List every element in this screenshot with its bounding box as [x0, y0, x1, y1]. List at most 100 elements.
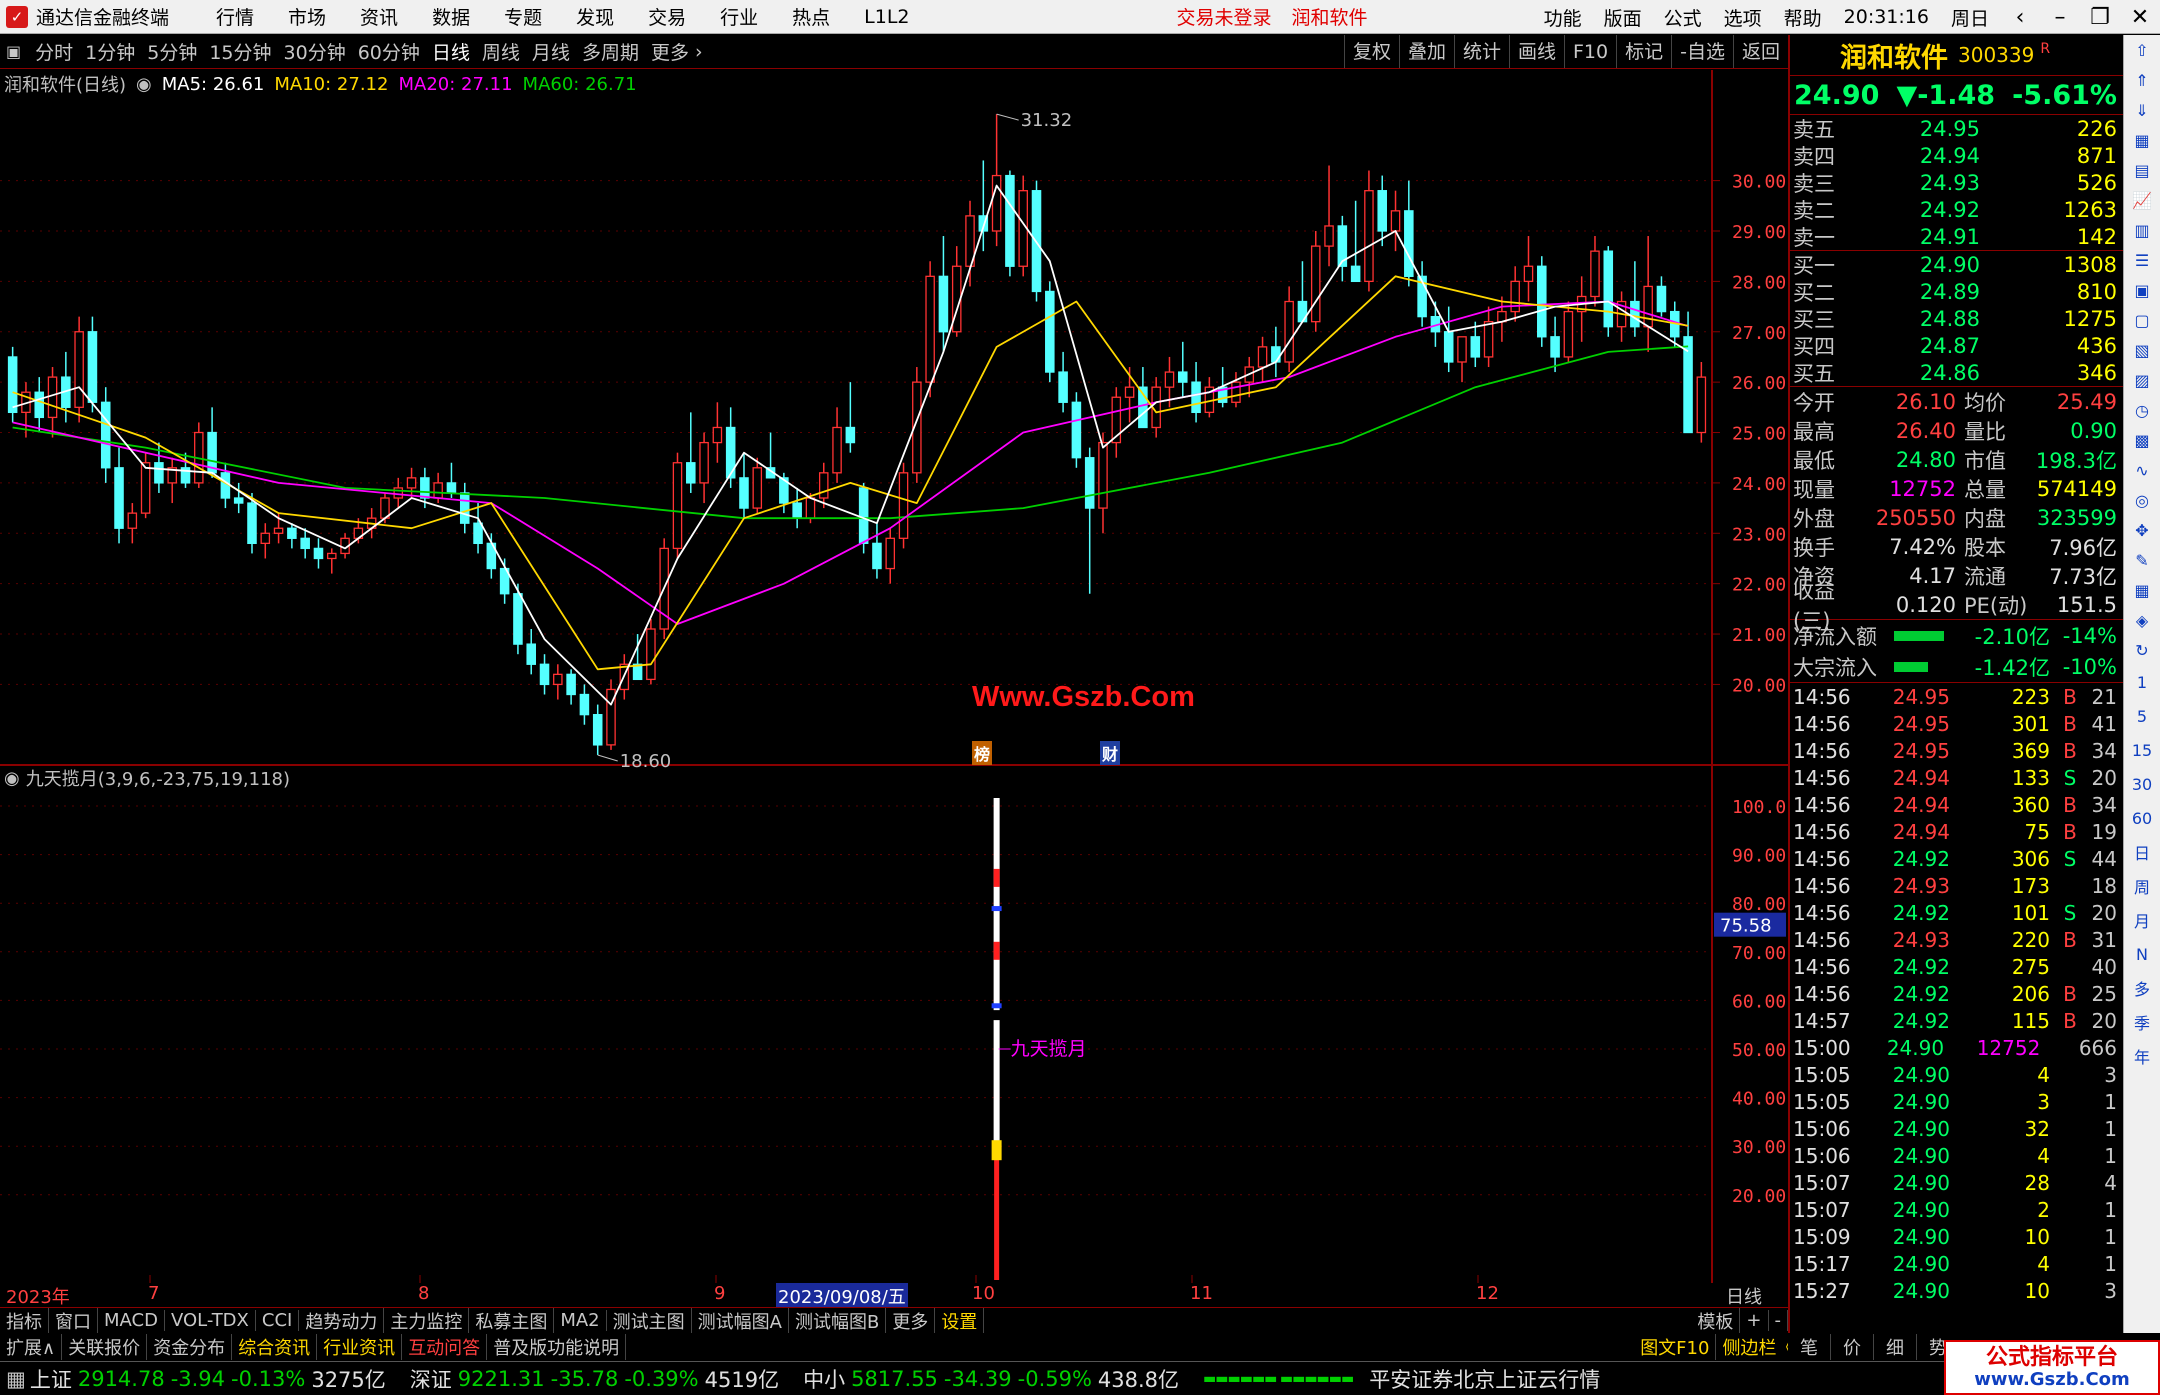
trade-row[interactable]: 14:56 24.95 223 B 21	[1790, 683, 2123, 710]
tab-trend[interactable]: 趋势动力	[299, 1308, 385, 1333]
table-icon[interactable]: ▤	[2124, 155, 2160, 185]
template-button[interactable]: 模板	[1691, 1308, 1741, 1333]
menu-options[interactable]: 选项	[1724, 4, 1762, 31]
trade-row[interactable]: 14:56 24.93 173 18	[1790, 872, 2123, 899]
bid-row[interactable]: 买四 24.87 436	[1790, 332, 2123, 359]
period-tab[interactable]: 30分钟	[284, 38, 346, 65]
menu-layout[interactable]: 版面	[1604, 4, 1642, 31]
tab-vol[interactable]: VOL-TDX	[165, 1310, 256, 1331]
tab-private-main[interactable]: 私募主图	[469, 1308, 555, 1333]
tab-window[interactable]: 窗口	[49, 1308, 98, 1333]
side-tab-ticks[interactable]: 笔	[1788, 1333, 1831, 1360]
period-tab[interactable]: 15分钟	[209, 38, 271, 65]
menu-hot[interactable]: 热点	[792, 3, 830, 30]
restore-icon[interactable]: ❐	[2080, 5, 2120, 30]
ext-news[interactable]: 综合资讯	[232, 1333, 318, 1360]
menu-formula[interactable]: 公式	[1664, 4, 1702, 31]
period-tab[interactable]: 1分钟	[85, 38, 135, 65]
menu-l1l2[interactable]: L1L2	[864, 6, 909, 28]
menu-function[interactable]: 功能	[1544, 4, 1582, 31]
rail-period[interactable]: 年	[2124, 1039, 2160, 1073]
menu-news[interactable]: 资讯	[360, 3, 398, 30]
line-chart-icon[interactable]: 📈	[2124, 185, 2160, 215]
ask-row[interactable]: 卖三 24.93 526	[1790, 169, 2123, 196]
up-arrow-icon[interactable]: ⇧	[2124, 35, 2160, 65]
doc-icon[interactable]: ▢	[2124, 305, 2160, 335]
ext-fund-distribution[interactable]: 资金分布	[147, 1333, 233, 1360]
trade-row[interactable]: 15:06 24.90 4 1	[1790, 1142, 2123, 1169]
trade-row[interactable]: 14:56 24.92 275 40	[1790, 953, 2123, 980]
ask-row[interactable]: 卖五 24.95 226	[1790, 115, 2123, 142]
rail-period[interactable]: 1	[2124, 665, 2160, 699]
period-tab[interactable]: 月线	[532, 38, 570, 65]
trade-row[interactable]: 15:05 24.90 4 3	[1790, 1061, 2123, 1088]
menu-quotes[interactable]: 行情	[216, 3, 254, 30]
menu-industry[interactable]: 行业	[720, 3, 758, 30]
period-tab[interactable]: 60分钟	[358, 38, 420, 65]
bid-row[interactable]: 买一 24.90 1308	[1790, 251, 2123, 278]
bid-row[interactable]: 买二 24.89 810	[1790, 278, 2123, 305]
period-tab[interactable]: 周线	[482, 38, 520, 65]
rail-period[interactable]: 多	[2124, 971, 2160, 1005]
fin-icon[interactable]: ▣	[2124, 275, 2160, 305]
ask-row[interactable]: 卖二 24.92 1263	[1790, 196, 2123, 223]
tab-test-main[interactable]: 测试主图	[607, 1308, 692, 1333]
ask-row[interactable]: 卖四 24.94 871	[1790, 142, 2123, 169]
menu-data[interactable]: 数据	[432, 3, 470, 30]
tool-back[interactable]: 返回	[1732, 35, 1788, 68]
menu-trade[interactable]: 交易	[648, 3, 686, 30]
tab-cci[interactable]: CCI	[256, 1310, 300, 1331]
index-sh-name[interactable]: 上证	[30, 1364, 72, 1394]
tool-stats[interactable]: 统计	[1453, 35, 1509, 68]
ask-row[interactable]: 卖一 24.91 142	[1790, 223, 2123, 250]
rail-period[interactable]: 日	[2124, 835, 2160, 869]
trade-row[interactable]: 14:56 24.94 75 B 19	[1790, 818, 2123, 845]
ext-industry-news[interactable]: 行业资讯	[317, 1333, 403, 1360]
tool-overlay[interactable]: 叠加	[1398, 35, 1454, 68]
kline-icon[interactable]: ▥	[2124, 215, 2160, 245]
rail-period[interactable]: 周	[2124, 869, 2160, 903]
period-tab[interactable]: 分时	[35, 38, 73, 65]
pen-icon[interactable]: ✎	[2124, 545, 2160, 575]
grid-icon[interactable]: ▦	[2124, 125, 2160, 155]
index-sz-name[interactable]: 深证	[410, 1364, 452, 1394]
tab-more[interactable]: 更多	[886, 1308, 936, 1333]
side-tab-detail[interactable]: 细	[1874, 1333, 1917, 1360]
fs-icon[interactable]: ▨	[2124, 365, 2160, 395]
menu-topics[interactable]: 专题	[504, 3, 542, 30]
trade-row[interactable]: 15:06 24.90 32 1	[1790, 1115, 2123, 1142]
tab-macd[interactable]: MACD	[98, 1310, 165, 1331]
fs-chart-icon[interactable]: ▦	[2124, 575, 2160, 605]
tab-test-sub-b[interactable]: 测试幅图B	[789, 1308, 887, 1333]
ext-help[interactable]: 普及版功能说明	[487, 1333, 627, 1360]
ext-related-quote[interactable]: 关联报价	[62, 1333, 148, 1360]
rail-period[interactable]: 季	[2124, 1005, 2160, 1039]
chevron-right-icon[interactable]: ›	[695, 41, 703, 63]
trade-row[interactable]: 15:05 24.90 3 1	[1790, 1088, 2123, 1115]
refresh-icon[interactable]: ↻	[2124, 635, 2160, 665]
side-tab-price[interactable]: 价	[1831, 1333, 1874, 1360]
trade-row[interactable]: 14:56 24.92 306 S 44	[1790, 845, 2123, 872]
trade-row[interactable]: 14:56 24.94 360 B 34	[1790, 791, 2123, 818]
event-mark-rank[interactable]: 榜	[972, 741, 993, 765]
menu-market[interactable]: 市场	[288, 3, 326, 30]
settings-circle-icon[interactable]: ◉	[136, 74, 152, 95]
period-tab[interactable]: 5分钟	[147, 38, 197, 65]
trade-row[interactable]: 15:17 24.90 4 1	[1790, 1250, 2123, 1277]
trade-row[interactable]: 14:56 24.95 301 B 41	[1790, 710, 2123, 737]
tool-watchlist[interactable]: -自选	[1671, 35, 1733, 68]
bid-row[interactable]: 买三 24.88 1275	[1790, 305, 2123, 332]
menu-help[interactable]: 帮助	[1784, 4, 1822, 31]
remove-window-button[interactable]: -	[1769, 1310, 1788, 1331]
trade-row[interactable]: 14:56 24.93 220 B 31	[1790, 926, 2123, 953]
rail-period[interactable]: N	[2124, 937, 2160, 971]
trade-row[interactable]: 14:56 24.95 369 B 34	[1790, 737, 2123, 764]
minimize-icon[interactable]: –	[2040, 5, 2080, 30]
tab-main-monitor[interactable]: 主力监控	[384, 1308, 470, 1333]
trade-row[interactable]: 14:56 24.92 206 B 25	[1790, 980, 2123, 1007]
toggle-panel-icon[interactable]: ▣	[6, 42, 21, 61]
tab-settings[interactable]: 设置	[935, 1308, 985, 1333]
ext-toggle[interactable]: 扩展∧	[0, 1333, 63, 1360]
wave-icon[interactable]: ∿	[2124, 455, 2160, 485]
rsi-icon[interactable]: ◎	[2124, 485, 2160, 515]
